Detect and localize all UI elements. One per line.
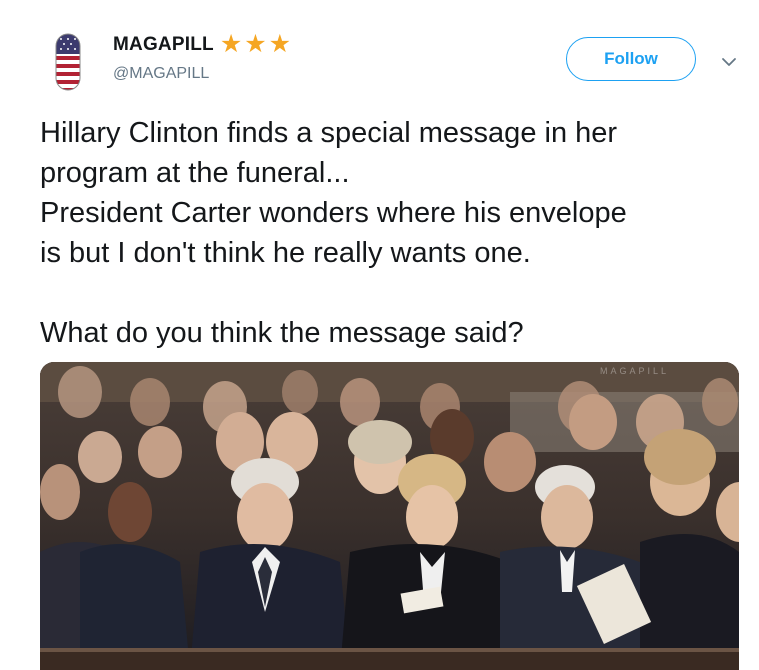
american-flag-pill-icon	[55, 33, 81, 91]
star-icon: ★	[219, 30, 243, 58]
chevron-down-icon	[722, 58, 736, 66]
user-handle[interactable]: @MAGAPILL	[113, 65, 209, 83]
tweet-media[interactable]: MAGAPILL	[40, 362, 739, 670]
avatar[interactable]	[50, 32, 86, 92]
three-stars-icon: ★ ★ ★	[220, 32, 291, 57]
more-options-button[interactable]	[720, 55, 738, 67]
follow-button[interactable]: Follow	[566, 37, 696, 81]
funeral-photo	[40, 362, 739, 670]
display-name[interactable]: MAGAPILL	[113, 34, 214, 56]
media-watermark: MAGAPILL	[600, 366, 670, 376]
star-icon: ★	[244, 30, 267, 58]
star-icon: ★	[268, 30, 292, 58]
user-name-row[interactable]: MAGAPILL ★ ★ ★	[113, 32, 291, 57]
tweet-text: Hillary Clinton finds a special message …	[40, 117, 627, 349]
